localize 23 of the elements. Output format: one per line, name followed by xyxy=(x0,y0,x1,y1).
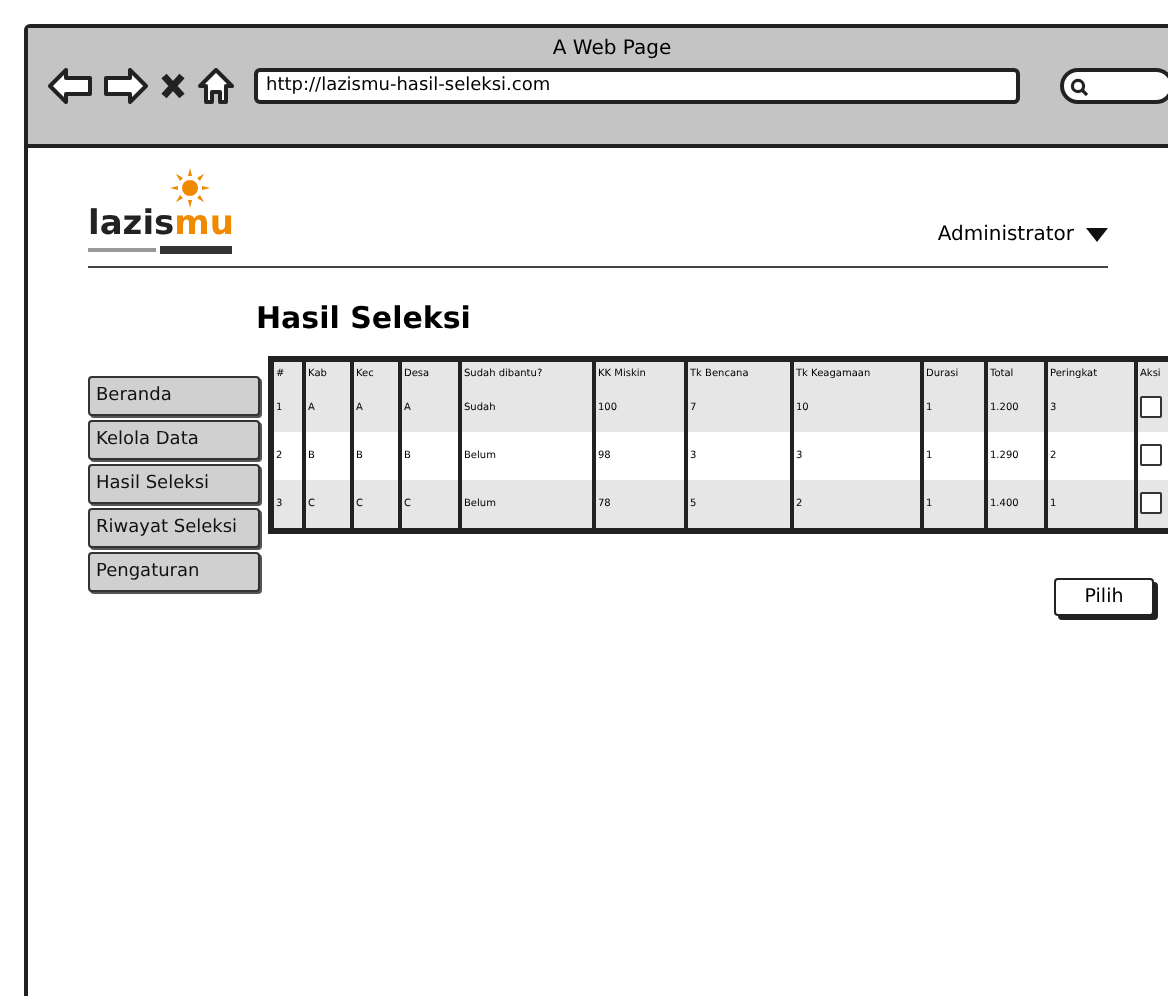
sidebar-item[interactable]: Kelola Data xyxy=(88,420,260,460)
sidebar-item[interactable]: Pengaturan xyxy=(88,552,260,592)
search-icon xyxy=(1070,77,1088,95)
search-field[interactable] xyxy=(1060,68,1168,104)
sun-icon xyxy=(168,168,212,208)
caret-icon xyxy=(1086,228,1108,242)
window-title: A Web Page xyxy=(550,38,674,60)
sidebar-item[interactable]: Riwayat Seleksi xyxy=(88,508,260,548)
row-checkbox[interactable] xyxy=(1140,491,1162,513)
forward-icon[interactable] xyxy=(104,68,148,104)
sidebar-item[interactable]: Beranda xyxy=(88,376,260,416)
tagline-drawing xyxy=(88,246,232,254)
home-icon[interactable] xyxy=(198,68,234,104)
select-button[interactable]: Pilih xyxy=(1054,578,1154,616)
user-menu[interactable]: Administrator xyxy=(937,224,1108,254)
close-icon[interactable] xyxy=(160,72,186,100)
logo-text: lazismu xyxy=(88,208,234,242)
back-icon[interactable] xyxy=(48,68,92,104)
url-field[interactable]: http://lazismu-hasil-seleksi.com xyxy=(254,68,1020,104)
row-checkbox[interactable] xyxy=(1140,443,1162,465)
row-checkbox[interactable] xyxy=(1140,395,1162,417)
sidebar-item[interactable]: Hasil Seleksi xyxy=(88,464,260,504)
page-heading: Hasil Seleksi xyxy=(256,300,473,336)
